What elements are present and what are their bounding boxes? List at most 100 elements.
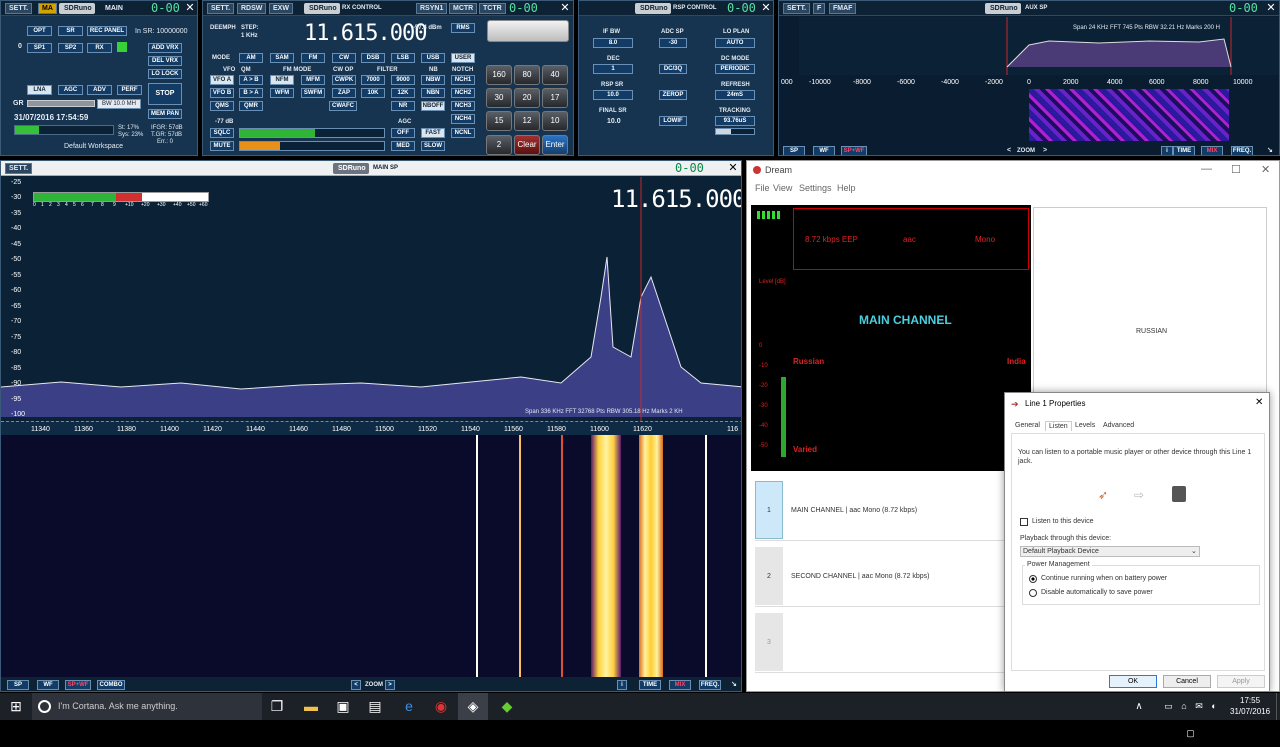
- tab-levels[interactable]: Levels: [1075, 422, 1095, 429]
- aux-mix-button[interactable]: MIX: [1201, 146, 1223, 155]
- qms-button[interactable]: QMS: [210, 101, 234, 111]
- mainsp-close-icon[interactable]: ✕: [727, 162, 739, 174]
- aux-wf-button[interactable]: WF: [813, 146, 835, 155]
- mode-user[interactable]: USER: [451, 53, 475, 63]
- menu-view[interactable]: View: [773, 183, 792, 193]
- rxc-frequency-display[interactable]: 11.615.000: [304, 21, 427, 47]
- tray-up-arrow-icon[interactable]: ∧: [1124, 693, 1154, 720]
- mute-button[interactable]: MUTE: [210, 141, 234, 151]
- nch4-button[interactable]: NCH4: [451, 114, 475, 124]
- tray-icons[interactable]: ▭ ⌂ ✉ ◐ ▢: [1156, 693, 1228, 738]
- fmaf-button[interactable]: FMAF: [829, 3, 857, 14]
- adv-button[interactable]: ADV: [87, 85, 112, 95]
- sp1-button[interactable]: SP1: [27, 43, 52, 53]
- dec-value[interactable]: 1: [593, 64, 633, 74]
- show-desktop-button[interactable]: [1276, 693, 1280, 720]
- cwpk-button[interactable]: CWPK: [332, 75, 356, 85]
- mode-fm[interactable]: FM: [301, 53, 325, 63]
- nch1-button[interactable]: NCH1: [451, 75, 475, 85]
- lo-plan-value[interactable]: AUTO: [715, 38, 755, 48]
- filter-12k-button[interactable]: 12K: [391, 88, 415, 98]
- mode-dsb[interactable]: DSB: [361, 53, 385, 63]
- mainsp-mix-button[interactable]: MIX: [669, 680, 691, 690]
- mainsp-combo-button[interactable]: COMBO: [97, 680, 125, 690]
- wfm-button[interactable]: WFM: [270, 88, 294, 98]
- agc-slow-button[interactable]: SLOW: [421, 141, 445, 151]
- agc-button[interactable]: AGC: [58, 85, 83, 95]
- mainsp-zoom-left-icon[interactable]: <: [351, 680, 361, 690]
- zerop-button[interactable]: ZEROP: [659, 90, 687, 100]
- lowif-button[interactable]: LOWIF: [659, 116, 687, 126]
- nbw-button[interactable]: NBW: [421, 75, 445, 85]
- nboff-button[interactable]: NBOFF: [421, 101, 445, 111]
- service-row-1[interactable]: 1 MAIN CHANNEL | aac Mono (8.72 kbps): [755, 479, 1007, 541]
- refresh-value[interactable]: 24mS: [715, 90, 755, 100]
- radio-disable[interactable]: [1029, 589, 1037, 597]
- rms-button[interactable]: RMS: [451, 23, 475, 33]
- radio-continue[interactable]: [1029, 575, 1037, 583]
- dream-close-icon[interactable]: ✕: [1261, 163, 1270, 176]
- rxc-close-icon[interactable]: ✕: [559, 2, 571, 14]
- aux-info-button[interactable]: i: [1161, 146, 1173, 155]
- keypad-10[interactable]: 10: [542, 111, 568, 131]
- dream-minimize-icon[interactable]: —: [1201, 163, 1212, 175]
- exw-button[interactable]: EXW: [269, 3, 293, 14]
- keypad-15[interactable]: 15: [486, 111, 512, 131]
- aux-freq-button[interactable]: FREQ.: [1231, 146, 1253, 155]
- rsp-close-icon[interactable]: ✕: [760, 2, 772, 14]
- mainsp-info-button[interactable]: i: [617, 680, 627, 690]
- keypad-enter[interactable]: Enter: [542, 135, 568, 155]
- rec-panel-button[interactable]: REC PANEL: [87, 26, 127, 36]
- aux-zoom-right-icon[interactable]: >: [1043, 147, 1047, 154]
- aux-f-button[interactable]: F: [813, 3, 826, 14]
- keypad-12[interactable]: 12: [514, 111, 540, 131]
- task-view-icon[interactable]: ❐: [262, 693, 292, 720]
- filter-7000-button[interactable]: 7000: [361, 75, 385, 85]
- app-icon-3[interactable]: ◉: [426, 693, 456, 720]
- playback-device-select[interactable]: Default Playback Device ⌄: [1020, 546, 1200, 557]
- file-explorer-icon[interactable]: ▬: [296, 693, 326, 720]
- keypad-17[interactable]: 17: [542, 88, 568, 108]
- dialog-close-icon[interactable]: ✕: [1255, 397, 1263, 408]
- cancel-button[interactable]: Cancel: [1163, 675, 1211, 688]
- mem-pan-button[interactable]: MEM PAN: [148, 109, 182, 119]
- main-close-icon[interactable]: ✕: [184, 2, 196, 14]
- dc-3q-button[interactable]: DC/3Q: [659, 64, 687, 74]
- vfo-a-button[interactable]: VFO A: [210, 75, 234, 85]
- app-icon-5[interactable]: ◆: [492, 693, 522, 720]
- sp2-button[interactable]: SP2: [58, 43, 83, 53]
- app-icon-2[interactable]: ▤: [360, 693, 390, 720]
- menu-settings[interactable]: Settings: [799, 183, 832, 193]
- tracking-value[interactable]: 93.76uS: [715, 116, 755, 126]
- cortana-search-box[interactable]: I'm Cortana. Ask me anything.: [32, 693, 262, 720]
- mode-cw[interactable]: CW: [332, 53, 356, 63]
- keypad-20[interactable]: 20: [514, 88, 540, 108]
- edge-browser-icon[interactable]: e: [394, 693, 424, 720]
- vfo-b-button[interactable]: VFO B: [210, 88, 234, 98]
- stop-button[interactable]: STOP: [148, 83, 182, 105]
- nch2-button[interactable]: NCH2: [451, 88, 475, 98]
- service-row-3[interactable]: 3: [755, 611, 1007, 673]
- main-sett-button[interactable]: SETT.: [5, 3, 33, 14]
- rdsw-button[interactable]: RDSW: [237, 3, 267, 14]
- if-bw-value[interactable]: 8.0: [593, 38, 633, 48]
- mainsp-wf-button[interactable]: WF: [37, 680, 59, 690]
- sqlc-button[interactable]: SQLC: [210, 128, 234, 138]
- volume-bar[interactable]: [239, 141, 385, 151]
- mainsp-spwf-button[interactable]: SP+WF: [65, 680, 91, 690]
- nfm-button[interactable]: NFM: [270, 75, 294, 85]
- mode-usb[interactable]: USB: [421, 53, 445, 63]
- rsyn-button[interactable]: RSYN1: [416, 3, 448, 14]
- mode-sam[interactable]: SAM: [270, 53, 294, 63]
- lo-lock-button[interactable]: LO LOCK: [148, 69, 182, 79]
- aux-time-button[interactable]: TIME: [1173, 146, 1195, 155]
- aux-sett-button[interactable]: SETT.: [783, 3, 811, 14]
- opt-button[interactable]: OPT: [27, 26, 52, 36]
- sr-button[interactable]: SR: [58, 26, 83, 36]
- mode-lsb[interactable]: LSB: [391, 53, 415, 63]
- app-icon-4[interactable]: ◈: [458, 693, 488, 720]
- menu-help[interactable]: Help: [837, 183, 856, 193]
- agc-fast-button[interactable]: FAST: [421, 128, 445, 138]
- listen-checkbox[interactable]: [1020, 518, 1028, 526]
- rsp-sr-value[interactable]: 10.0: [593, 90, 633, 100]
